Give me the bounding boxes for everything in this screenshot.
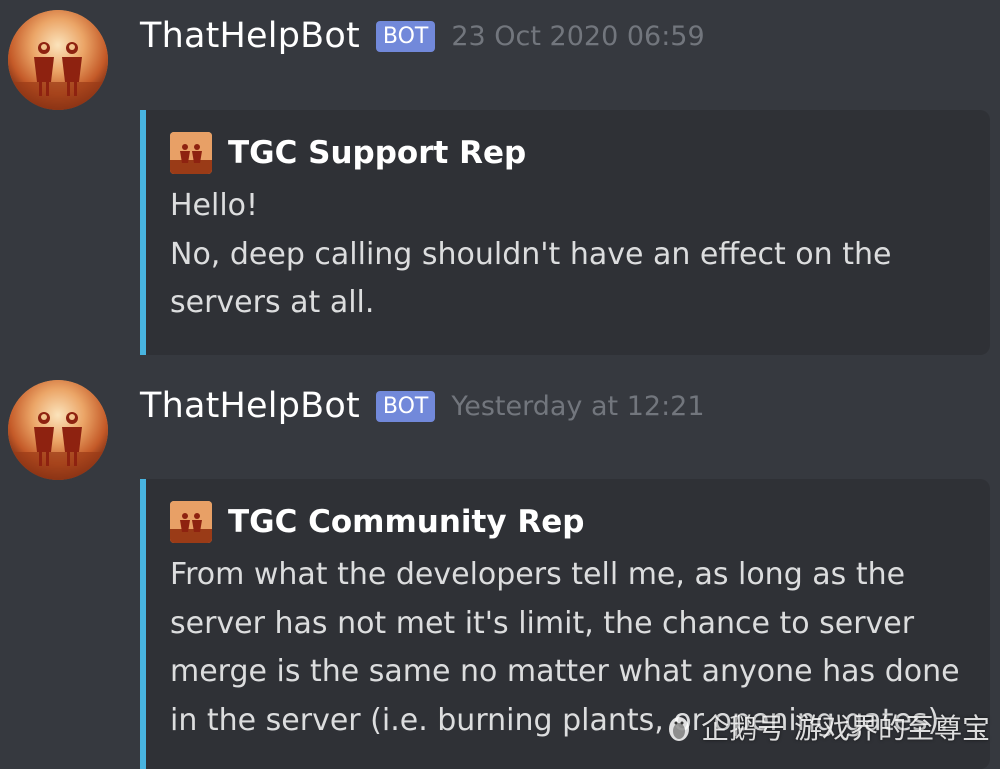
user-avatar[interactable] <box>8 380 108 480</box>
embed-author: TGC Support Rep <box>170 132 970 174</box>
embed-author-name[interactable]: TGC Support Rep <box>228 135 526 171</box>
user-avatar[interactable] <box>8 10 108 110</box>
sky-children-icon <box>170 501 212 543</box>
embed-line: No, deep calling shouldn't have an effec… <box>170 236 892 272</box>
message-header: ThatHelpBot BOT Yesterday at 12:21 <box>140 386 705 426</box>
embed-author-name[interactable]: TGC Community Rep <box>228 504 584 540</box>
message-header: ThatHelpBot BOT 23 Oct 2020 06:59 <box>140 16 705 56</box>
embed-line: servers at all. <box>170 285 375 320</box>
username[interactable]: ThatHelpBot <box>140 16 360 56</box>
bot-tag: BOT <box>375 20 436 52</box>
embed: TGC Support Rep Hello! No, deep calling … <box>140 110 990 355</box>
watermark-text: 企鹅号 游戏界的至尊宝 <box>701 712 990 745</box>
sky-children-avatar-icon <box>8 380 108 480</box>
sky-children-icon <box>170 132 212 174</box>
embed-line: server has not met it's limit, the chanc… <box>170 605 915 641</box>
embed-line: From what the developers tell me, as lon… <box>170 557 906 592</box>
penguin-icon <box>669 717 690 741</box>
timestamp[interactable]: 23 Oct 2020 06:59 <box>451 21 704 52</box>
bot-tag: BOT <box>375 390 436 422</box>
sky-children-avatar-icon <box>8 10 108 110</box>
embed-line: Hello! <box>170 188 259 223</box>
timestamp[interactable]: Yesterday at 12:21 <box>451 391 704 422</box>
username[interactable]: ThatHelpBot <box>140 386 360 426</box>
embed-description: Hello! No, deep calling shouldn't have a… <box>170 182 970 328</box>
embed-author: TGC Community Rep <box>170 501 970 543</box>
watermark: 企鹅号 游戏界的至尊宝 <box>665 707 990 747</box>
embed-line: merge is the same no matter what anyone … <box>170 654 960 689</box>
